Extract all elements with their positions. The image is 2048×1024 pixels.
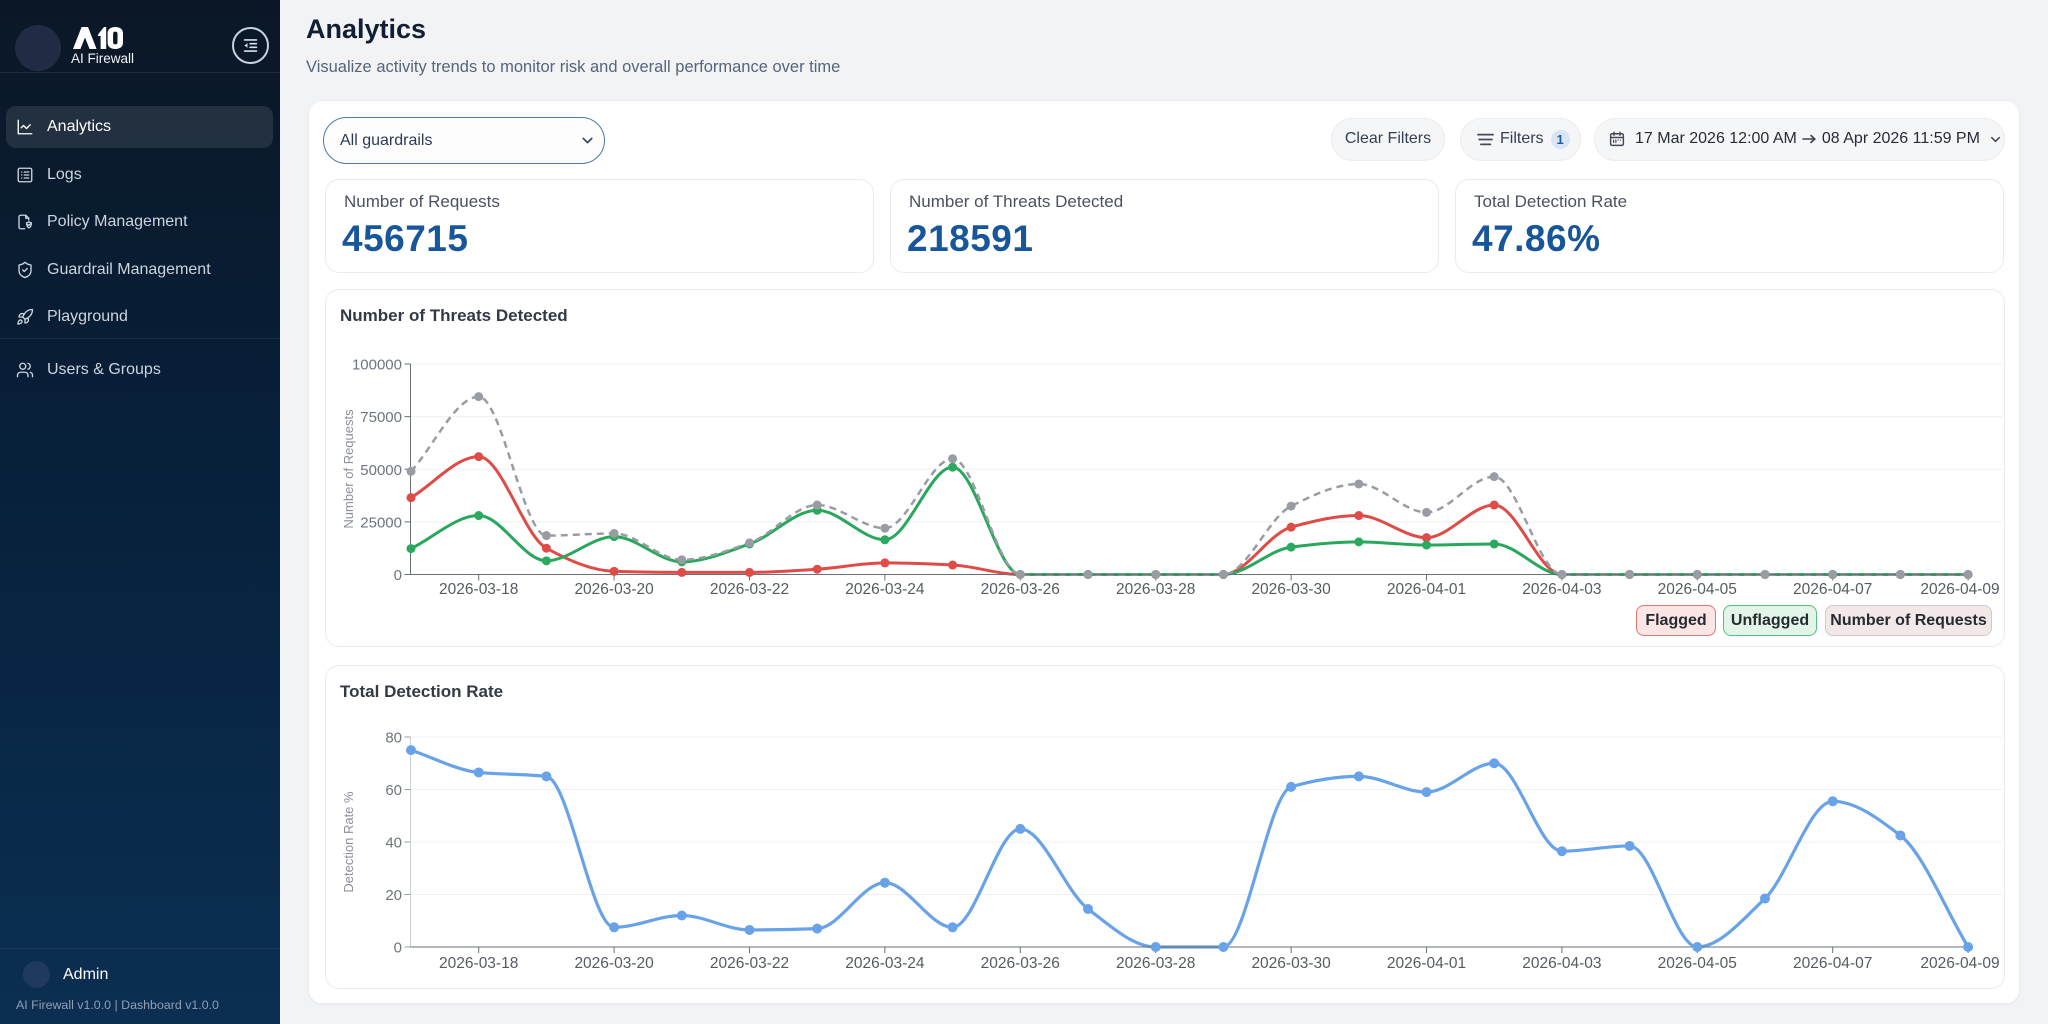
svg-text:40: 40 — [385, 835, 402, 852]
svg-text:50000: 50000 — [360, 462, 402, 479]
svg-text:2026-04-05: 2026-04-05 — [1658, 955, 1737, 972]
svg-text:60: 60 — [385, 782, 402, 799]
svg-text:2026-03-28: 2026-03-28 — [1116, 581, 1195, 598]
svg-text:2026-03-24: 2026-03-24 — [845, 955, 925, 972]
svg-text:25000: 25000 — [360, 514, 402, 531]
svg-text:2026-03-30: 2026-03-30 — [1251, 581, 1331, 598]
svg-text:0: 0 — [394, 567, 402, 584]
svg-text:2026-03-30: 2026-03-30 — [1251, 955, 1331, 972]
svg-text:2026-03-20: 2026-03-20 — [574, 955, 654, 972]
svg-text:2026-03-26: 2026-03-26 — [981, 581, 1060, 598]
svg-text:2026-04-03: 2026-04-03 — [1522, 581, 1601, 598]
svg-text:2026-03-18: 2026-03-18 — [439, 581, 518, 598]
svg-text:2026-03-24: 2026-03-24 — [845, 581, 925, 598]
svg-text:2026-03-28: 2026-03-28 — [1116, 955, 1195, 972]
svg-text:2026-04-01: 2026-04-01 — [1387, 955, 1466, 972]
svg-text:100000: 100000 — [352, 357, 402, 374]
svg-text:2026-04-09: 2026-04-09 — [1920, 955, 1999, 972]
svg-text:2026-03-22: 2026-03-22 — [710, 955, 789, 972]
svg-text:Detection Rate %: Detection Rate % — [341, 791, 356, 893]
svg-text:2026-03-18: 2026-03-18 — [439, 955, 518, 972]
svg-text:2026-03-26: 2026-03-26 — [981, 955, 1060, 972]
svg-text:20: 20 — [385, 887, 402, 904]
svg-text:2026-04-05: 2026-04-05 — [1658, 581, 1737, 598]
svg-text:0: 0 — [394, 940, 402, 957]
svg-text:2026-04-03: 2026-04-03 — [1522, 955, 1601, 972]
svg-text:2026-04-07: 2026-04-07 — [1793, 955, 1872, 972]
svg-text:2026-03-20: 2026-03-20 — [574, 581, 654, 598]
svg-text:2026-04-07: 2026-04-07 — [1793, 581, 1872, 598]
svg-text:2026-04-01: 2026-04-01 — [1387, 581, 1466, 598]
svg-text:75000: 75000 — [360, 409, 402, 426]
svg-text:80: 80 — [385, 730, 402, 747]
svg-text:2026-03-22: 2026-03-22 — [710, 581, 789, 598]
svg-text:2026-04-09: 2026-04-09 — [1920, 581, 1999, 598]
svg-text:Number of Requests: Number of Requests — [341, 409, 356, 529]
